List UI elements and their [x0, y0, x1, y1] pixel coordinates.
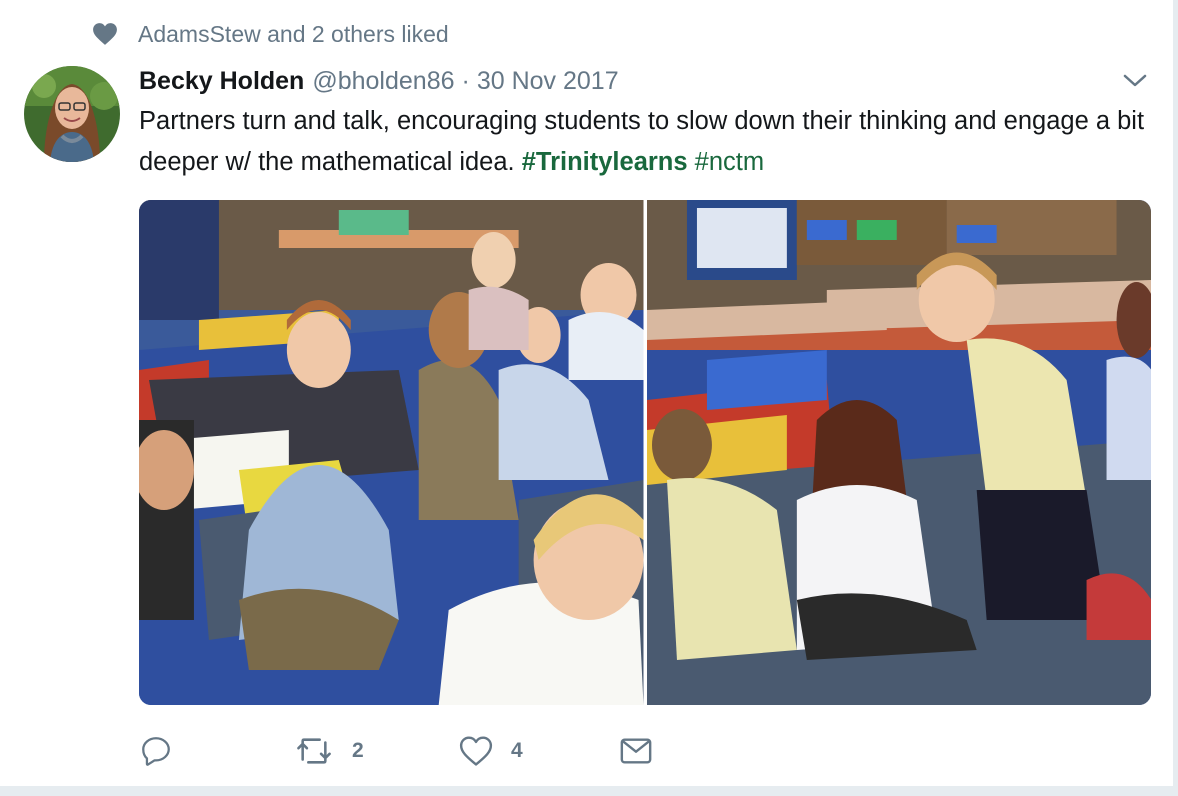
- heart-icon: [92, 21, 118, 47]
- reply-button[interactable]: [139, 730, 294, 772]
- tweet-actions: 2 4: [139, 730, 669, 772]
- photo-2[interactable]: [646, 200, 1151, 705]
- social-context[interactable]: AdamsStew and 2 others liked: [92, 20, 449, 48]
- avatar[interactable]: [24, 66, 120, 162]
- tweet-header: Becky Holden @bholden86 · 30 Nov 2017: [139, 62, 619, 100]
- like-button[interactable]: 4: [459, 730, 619, 772]
- reply-icon: [139, 734, 173, 768]
- tweet-text: Partners turn and talk, encouraging stud…: [139, 101, 1149, 183]
- hashtag-nctm[interactable]: #nctm: [695, 148, 764, 176]
- heart-outline-icon: [459, 735, 493, 767]
- author-handle[interactable]: @bholden86: [312, 67, 454, 96]
- photo-1[interactable]: [139, 200, 644, 705]
- author-name[interactable]: Becky Holden: [139, 67, 304, 96]
- mail-icon: [619, 736, 653, 766]
- timeline-border-bottom: [0, 786, 1178, 796]
- retweet-icon: [294, 734, 334, 768]
- chevron-down-icon[interactable]: [1120, 68, 1150, 94]
- social-context-text: AdamsStew and 2 others liked: [138, 20, 449, 47]
- tweet-timestamp[interactable]: 30 Nov 2017: [477, 67, 619, 96]
- tweet-media[interactable]: [139, 200, 1151, 705]
- direct-message-button[interactable]: [619, 730, 669, 772]
- timeline-border-right: [1173, 0, 1178, 796]
- retweet-button[interactable]: 2: [294, 730, 459, 772]
- header-separator: ·: [461, 66, 470, 95]
- like-count: 4: [511, 739, 523, 762]
- hashtag-trinitylearns[interactable]: #Trinitylearns: [522, 148, 688, 176]
- retweet-count: 2: [352, 739, 364, 762]
